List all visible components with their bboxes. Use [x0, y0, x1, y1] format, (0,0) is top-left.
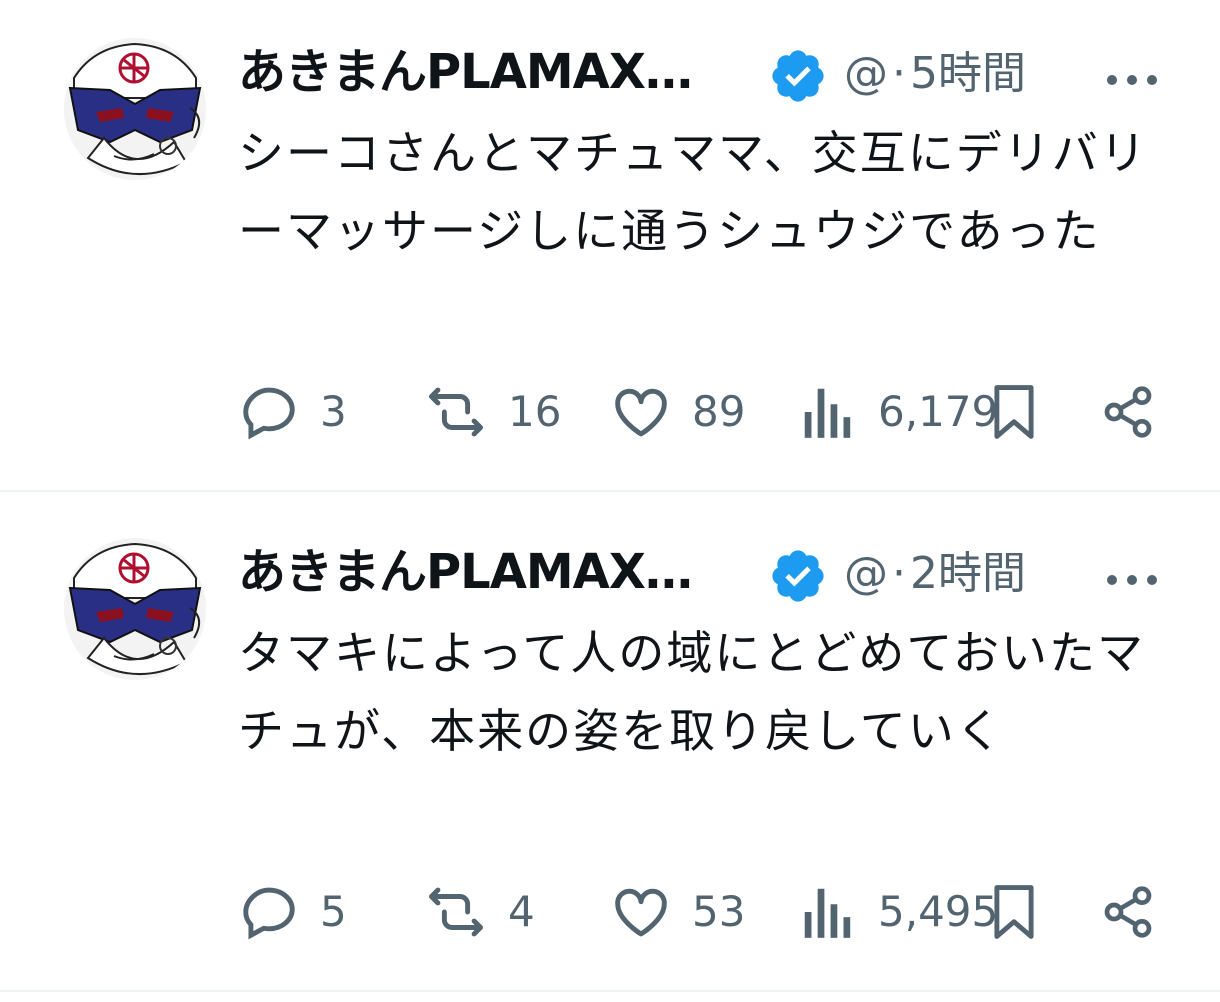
- retweet-count: 16: [508, 387, 562, 436]
- like-icon: [615, 888, 667, 937]
- share-icon: [1104, 386, 1152, 438]
- tweet-text: タマキによって人の域にとどめておいたマチュが、本来の姿を取り戻していく: [238, 626, 1145, 758]
- retweet-icon: [429, 887, 483, 937]
- views-button[interactable]: 5,495: [802, 880, 998, 944]
- more-icon[interactable]: [1104, 50, 1160, 90]
- bookmark-icon: [994, 885, 1034, 939]
- separator: ·: [892, 48, 906, 99]
- tweet-actions: 3 16 89 6,179: [238, 380, 1168, 444]
- retweet-count: 4: [508, 887, 535, 936]
- reply-icon: [243, 887, 295, 940]
- reply-icon: [243, 387, 295, 440]
- views-icon: [804, 388, 851, 438]
- author-name[interactable]: あきまんPLAMAX…: [238, 42, 693, 102]
- tweet-header: あきまんPLAMAX… @·2時間: [238, 540, 1178, 604]
- views-count: 6,179: [878, 387, 999, 436]
- share-button[interactable]: [1100, 380, 1156, 444]
- tweet[interactable]: あきまんPLAMAX… @·5時間 シーコさんとマチュママ、交互にデリバリーマッ…: [0, 0, 1220, 490]
- handle-time[interactable]: @·5時間: [844, 44, 1026, 104]
- views-count: 5,495: [878, 887, 999, 936]
- handle-time[interactable]: @·2時間: [844, 544, 1026, 604]
- author-name[interactable]: あきまんPLAMAX…: [238, 542, 693, 602]
- reply-button[interactable]: 5: [238, 880, 347, 944]
- handle: @: [844, 548, 888, 599]
- tweet[interactable]: あきまんPLAMAX… @·2時間 タマキによって人の域にとどめておいたマチュが…: [0, 500, 1220, 990]
- views-button[interactable]: 6,179: [802, 380, 998, 444]
- like-button[interactable]: 89: [610, 380, 745, 444]
- like-button[interactable]: 53: [610, 880, 745, 944]
- retweet-button[interactable]: 16: [424, 380, 561, 444]
- verified-badge-icon: [768, 546, 828, 606]
- more-icon[interactable]: [1104, 550, 1160, 590]
- bookmark-button[interactable]: [992, 880, 1036, 944]
- timestamp: 5時間: [910, 48, 1026, 99]
- avatar[interactable]: [64, 538, 206, 680]
- share-button[interactable]: [1100, 880, 1156, 944]
- bookmark-button[interactable]: [992, 380, 1036, 444]
- handle: @: [844, 48, 888, 99]
- like-count: 53: [692, 887, 746, 936]
- avatar[interactable]: [64, 38, 206, 180]
- tweet-actions: 5 4 53 5,495: [238, 880, 1168, 944]
- like-icon: [615, 388, 667, 437]
- retweet-icon: [429, 387, 483, 437]
- reply-count: 5: [320, 887, 347, 936]
- timestamp: 2時間: [910, 548, 1026, 599]
- like-count: 89: [692, 387, 746, 436]
- tweet-header: あきまんPLAMAX… @·5時間: [238, 40, 1178, 104]
- reply-button[interactable]: 3: [238, 380, 347, 444]
- retweet-button[interactable]: 4: [424, 880, 535, 944]
- reply-count: 3: [320, 387, 347, 436]
- bookmark-icon: [994, 385, 1034, 439]
- verified-badge-icon: [768, 46, 828, 106]
- views-icon: [804, 888, 851, 938]
- divider: [0, 990, 1220, 992]
- divider: [0, 490, 1220, 492]
- share-icon: [1104, 886, 1152, 938]
- separator: ·: [892, 548, 906, 599]
- tweet-text: シーコさんとマチュママ、交互にデリバリーマッサージしに通うシュウジであった: [238, 126, 1148, 258]
